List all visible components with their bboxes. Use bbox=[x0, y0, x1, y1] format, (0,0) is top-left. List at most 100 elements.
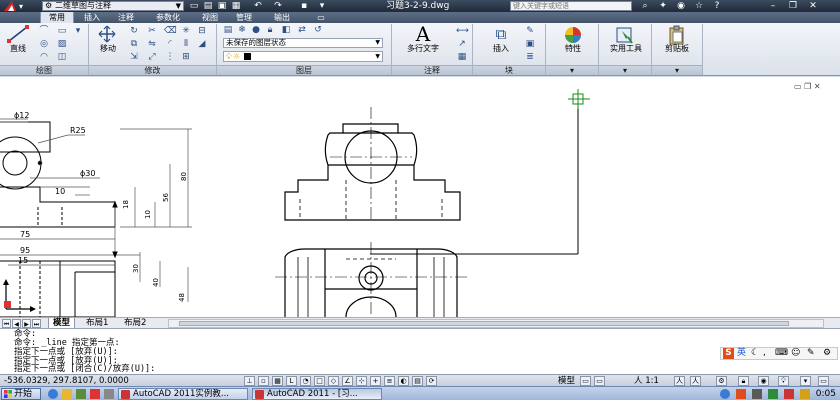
explode-icon[interactable]: ✳ bbox=[180, 26, 192, 37]
current-layer-select[interactable]: 💡︎ ☼ ▼ bbox=[223, 51, 383, 62]
move-icon[interactable] bbox=[96, 25, 118, 43]
redo-icon[interactable]: ↷ bbox=[272, 1, 284, 11]
tab-parametric[interactable]: 参数化 bbox=[148, 12, 188, 23]
panel-layers-title[interactable]: 图层 bbox=[217, 65, 391, 75]
command-line[interactable]: 命令: 命令: _line 指定第一点: 指定下一点或 [放弃(U)]: 指定下… bbox=[0, 328, 840, 374]
quick-view-layouts-icon[interactable]: ▭ bbox=[580, 376, 591, 386]
properties-label[interactable]: 特性 bbox=[556, 44, 590, 54]
panel-draw-title[interactable]: 绘图 bbox=[0, 65, 88, 75]
offset-icon[interactable]: ⫴ bbox=[180, 39, 192, 50]
layer-state-select[interactable]: 未保存的图层状态 ▼ bbox=[223, 38, 383, 48]
hatch-icon[interactable]: ▨ bbox=[56, 39, 68, 50]
drawing-canvas[interactable]: ▭ ❐ ✕ ϕ12 R25 ϕ30 10 75 95 15 18 56 80 1… bbox=[0, 77, 840, 317]
clipboard-icon[interactable] bbox=[666, 25, 688, 45]
punctuation-icon[interactable]: , bbox=[763, 348, 766, 359]
start-button[interactable]: 开始 bbox=[1, 388, 41, 400]
layer-previous-icon[interactable]: ↺ bbox=[312, 25, 324, 36]
keyboard-icon[interactable]: ⌨ bbox=[775, 348, 788, 359]
infer-constraints-icon[interactable]: ⊥ bbox=[244, 376, 255, 386]
stretch-icon[interactable]: ⇲ bbox=[128, 52, 140, 63]
search-icon[interactable]: ⌕ bbox=[638, 0, 652, 12]
quick-properties-icon[interactable]: ▤ bbox=[412, 376, 423, 386]
ime-language[interactable]: 英 bbox=[737, 348, 746, 359]
undo-icon[interactable]: ↶ bbox=[252, 1, 264, 11]
fillet-icon[interactable]: ◜ bbox=[164, 39, 176, 50]
tools-icon[interactable]: ✎ bbox=[807, 348, 815, 359]
toolbar-lock-icon[interactable]: 🔒︎ bbox=[738, 376, 749, 386]
object-snap-tracking-icon[interactable]: ∠ bbox=[342, 376, 353, 386]
security-icon[interactable] bbox=[768, 389, 778, 399]
mirror-icon[interactable]: ⇋ bbox=[146, 39, 158, 50]
layer-properties-icon[interactable]: ▤ bbox=[222, 25, 234, 36]
break-icon[interactable]: ⊟ bbox=[196, 26, 208, 37]
insert-block-icon[interactable]: ⧉ bbox=[490, 24, 512, 44]
clean-screen-icon[interactable]: ▭ bbox=[818, 376, 829, 386]
snap-mode-icon[interactable]: ▫ bbox=[258, 376, 269, 386]
utilities-icon[interactable] bbox=[614, 25, 636, 45]
panel-modify-title[interactable]: 修改 bbox=[89, 65, 216, 75]
clipboard-panel-dropdown[interactable]: ▾ bbox=[652, 65, 702, 75]
line-tool-label[interactable]: 直线 bbox=[4, 44, 32, 54]
task-autocad-tutorial[interactable]: AutoCAD 2011实例教... bbox=[118, 388, 248, 400]
trim-icon[interactable]: ✂ bbox=[146, 26, 158, 37]
panel-annotation-title[interactable]: 注释 bbox=[392, 65, 472, 75]
plot-icon[interactable]: ▪ bbox=[298, 1, 310, 11]
polar-tracking-icon[interactable]: ◔ bbox=[300, 376, 311, 386]
polyline-icon[interactable]: ⌒ bbox=[38, 26, 50, 37]
browser-icon[interactable] bbox=[48, 389, 58, 399]
last-layout-icon[interactable]: ⏭ bbox=[32, 319, 41, 328]
favorites-icon[interactable]: ☆ bbox=[692, 0, 706, 12]
circle-icon[interactable]: ◎ bbox=[38, 39, 50, 50]
command-prompt[interactable]: 指定下一点或 [闭合(C)/放弃(U)]: bbox=[14, 365, 155, 374]
layer-lock-icon[interactable]: 🔒︎ bbox=[264, 25, 276, 36]
workspace-select[interactable]: ⚙ 二维草图与注释 ▼ bbox=[42, 1, 184, 11]
minimize-icon[interactable]: – bbox=[766, 0, 780, 12]
workspace-switching-icon[interactable]: ⚙ bbox=[716, 376, 727, 386]
settings-icon[interactable]: ⚙ bbox=[823, 348, 831, 359]
panel-block-title[interactable]: 块 bbox=[473, 65, 545, 75]
next-layout-icon[interactable]: ▶ bbox=[22, 319, 31, 328]
copy-icon[interactable]: ⧉ bbox=[128, 39, 140, 50]
help-icon[interactable]: ? bbox=[710, 0, 724, 12]
multiline-text-label[interactable]: 多行文字 bbox=[398, 44, 448, 54]
region-icon[interactable]: ◫ bbox=[56, 52, 68, 63]
help-search-input[interactable] bbox=[510, 1, 632, 11]
save-as-icon[interactable]: ▦ bbox=[230, 1, 242, 11]
selection-cycling-icon[interactable]: ⟳ bbox=[426, 376, 437, 386]
auto-scale-icon[interactable]: 人 bbox=[690, 376, 701, 386]
layer-freeze-icon[interactable]: ❄ bbox=[236, 25, 248, 36]
qat-dropdown-icon[interactable]: ▾ bbox=[316, 1, 328, 11]
sogou-logo-icon[interactable]: S bbox=[723, 348, 734, 359]
autocad-logo-icon[interactable]: ▾ bbox=[2, 0, 32, 12]
attribute-icon[interactable]: ≣ bbox=[524, 52, 536, 63]
ribbon-minimize-icon[interactable]: ▭ bbox=[306, 12, 336, 23]
array-icon[interactable]: ⋮ bbox=[164, 52, 176, 63]
multiline-text-icon[interactable]: A bbox=[410, 23, 436, 45]
dynamic-input-icon[interactable]: + bbox=[370, 376, 381, 386]
tab-insert[interactable]: 插入 bbox=[78, 12, 106, 23]
show-desktop-icon[interactable] bbox=[104, 389, 114, 399]
layer-match-icon[interactable]: ⇄ bbox=[296, 25, 308, 36]
tab-output[interactable]: 输出 bbox=[268, 12, 296, 23]
close-icon[interactable]: ✕ bbox=[806, 0, 820, 12]
tab-annotate[interactable]: 注释 bbox=[112, 12, 140, 23]
communication-icon[interactable]: ◉ bbox=[674, 0, 688, 12]
task-autocad-drawing[interactable]: AutoCAD 2011 - [习... bbox=[252, 388, 382, 400]
horizontal-scrollbar[interactable] bbox=[168, 319, 824, 328]
chamfer-icon[interactable]: ◢ bbox=[196, 39, 208, 50]
tab-home[interactable]: 常用 bbox=[40, 12, 74, 23]
leader-icon[interactable]: ↗ bbox=[456, 39, 468, 50]
network-icon[interactable] bbox=[720, 389, 730, 399]
restore-icon[interactable]: ❐ bbox=[786, 0, 800, 12]
scrollbar-thumb[interactable] bbox=[179, 321, 789, 326]
first-layout-icon[interactable]: ⏮ bbox=[2, 319, 11, 328]
update-icon[interactable] bbox=[800, 389, 810, 399]
moon-icon[interactable]: ☾ bbox=[751, 348, 759, 359]
save-icon[interactable]: ▣ bbox=[216, 1, 228, 11]
clipboard-label[interactable]: 剪贴板 bbox=[660, 44, 694, 54]
tab-view[interactable]: 视图 bbox=[196, 12, 224, 23]
3d-osnap-icon[interactable]: ◇ bbox=[328, 376, 339, 386]
arc-icon[interactable]: ◠ bbox=[38, 52, 50, 63]
lineweight-icon[interactable]: ≡ bbox=[384, 376, 395, 386]
ime-tray-icon[interactable] bbox=[736, 389, 746, 399]
